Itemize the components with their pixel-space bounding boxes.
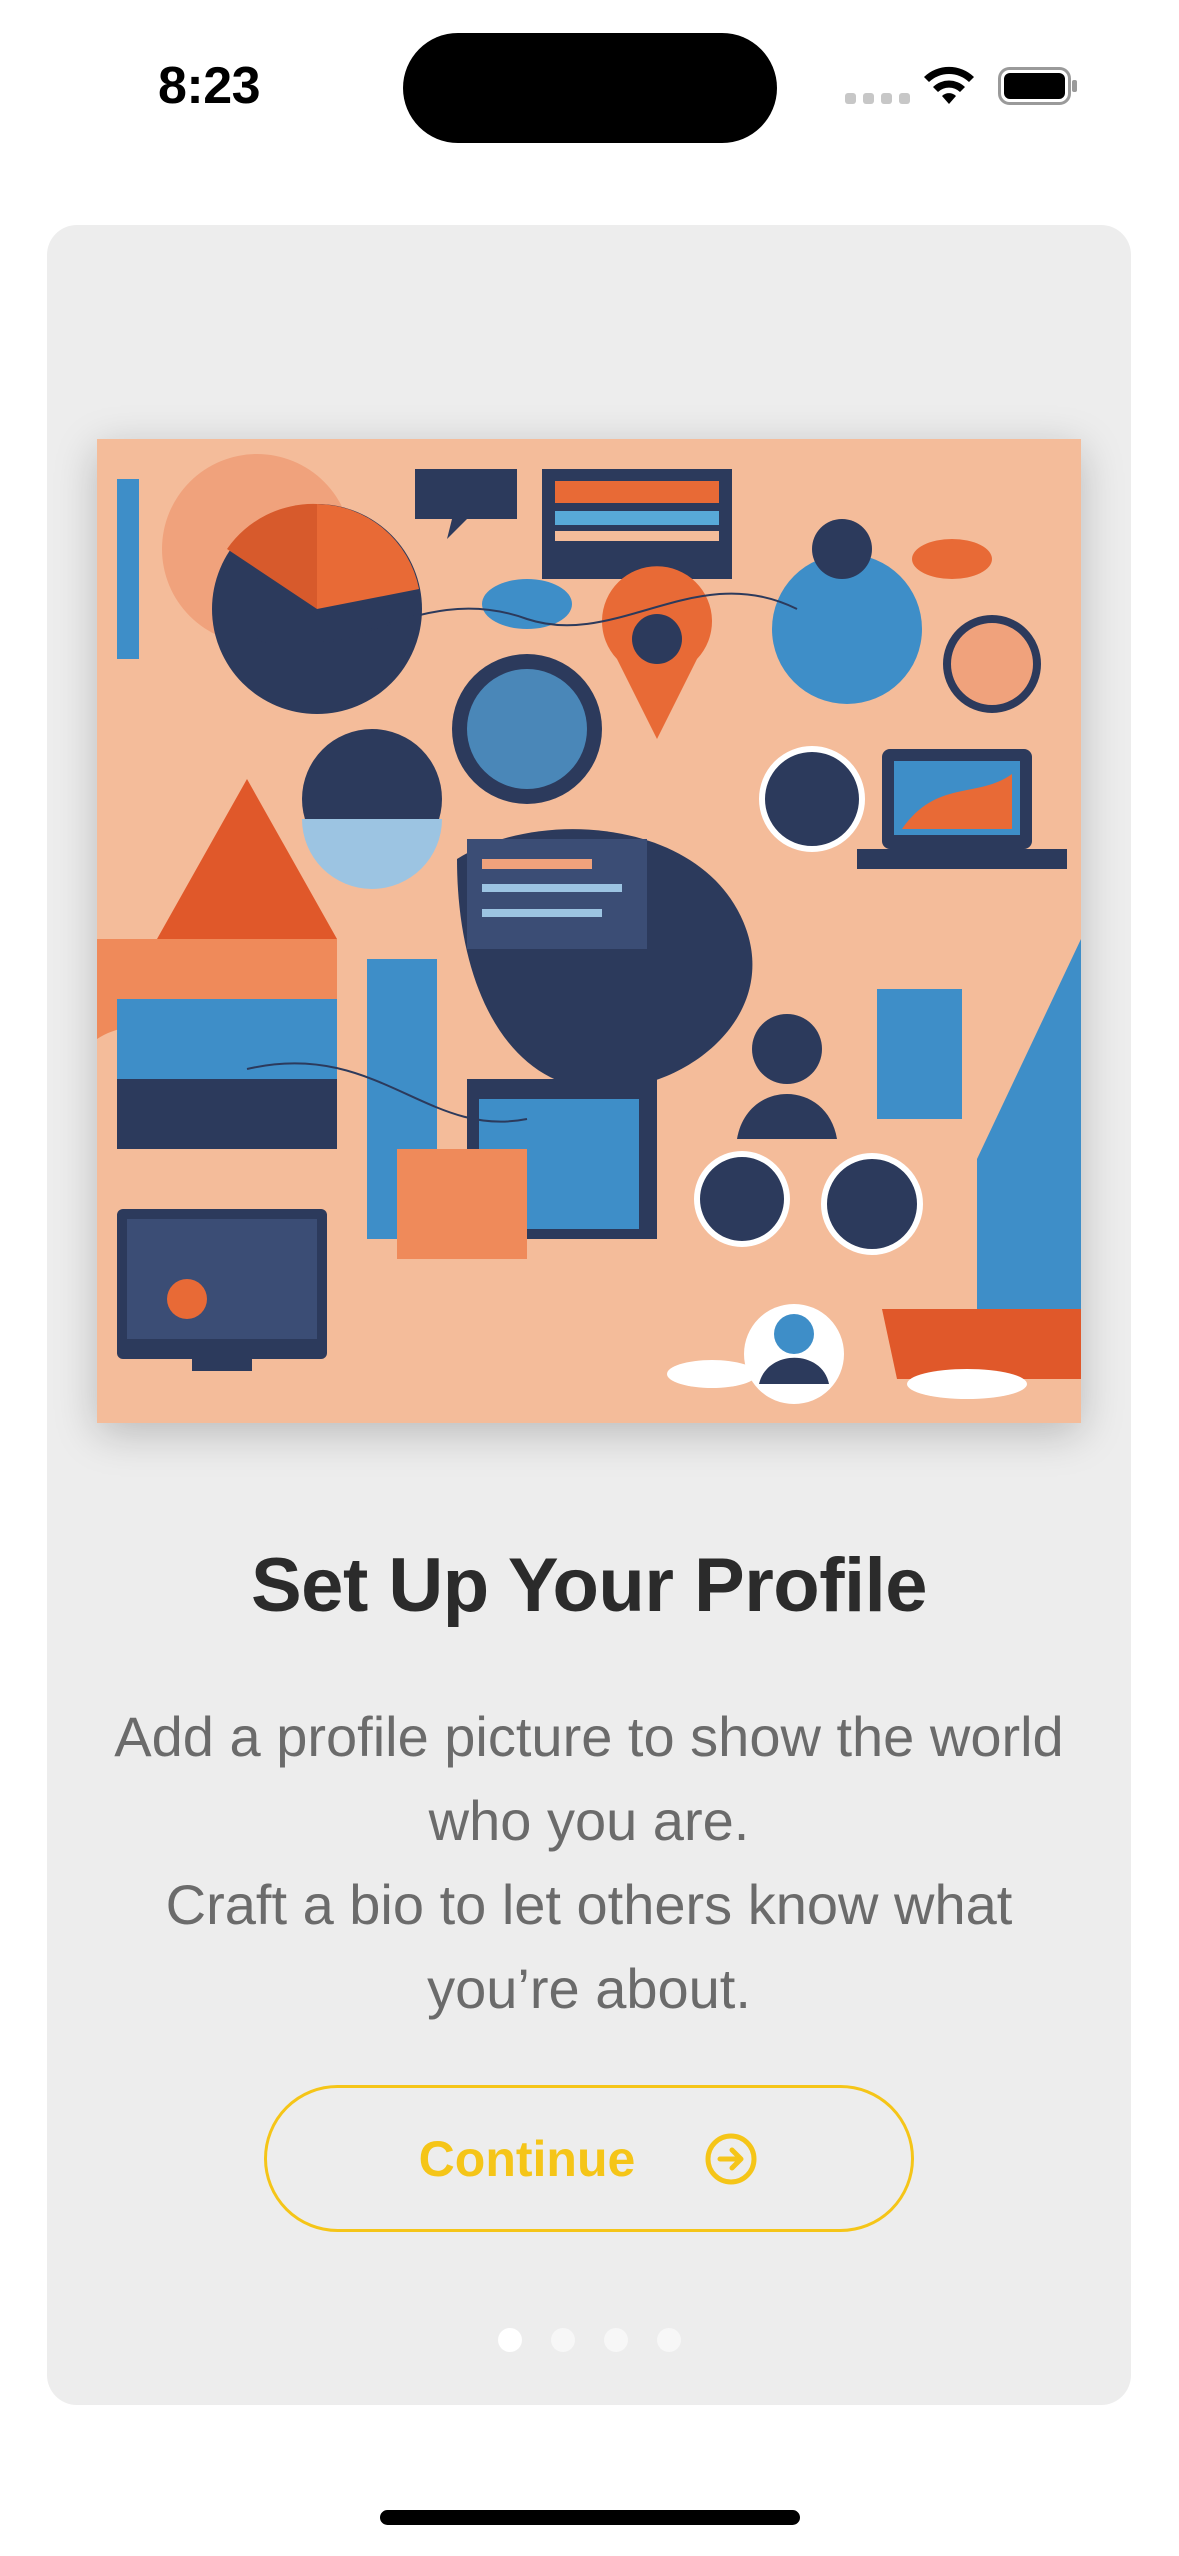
home-indicator[interactable] — [380, 2510, 800, 2525]
arrow-right-circle-icon — [705, 2133, 757, 2184]
dynamic-island — [403, 33, 777, 143]
status-time: 8:23 — [158, 57, 261, 115]
page-dot-2[interactable] — [550, 2328, 575, 2352]
onboarding-description: Add a profile picture to show the world … — [87, 1695, 1091, 2031]
profile-setup-illustration — [97, 439, 1081, 1423]
page-dot-3[interactable] — [603, 2328, 628, 2352]
page-dot-4[interactable] — [656, 2328, 681, 2352]
battery-icon — [998, 67, 1077, 105]
continue-button-label: Continue — [418, 2130, 636, 2187]
onboarding-card: Set Up Your Profile Add a profile pictur… — [47, 225, 1131, 2405]
cellular-icon — [845, 93, 910, 104]
wifi-icon — [924, 66, 974, 104]
page-title: Set Up Your Profile — [250, 1543, 928, 1628]
description-line: Craft a bio to let others know what you’… — [165, 1873, 1013, 2020]
description-line: Add a profile picture to show the world … — [114, 1705, 1064, 1852]
continue-button[interactable]: Continue — [264, 2085, 914, 2232]
page-dot-1[interactable] — [497, 2328, 522, 2352]
page-indicator — [47, 2328, 1131, 2352]
